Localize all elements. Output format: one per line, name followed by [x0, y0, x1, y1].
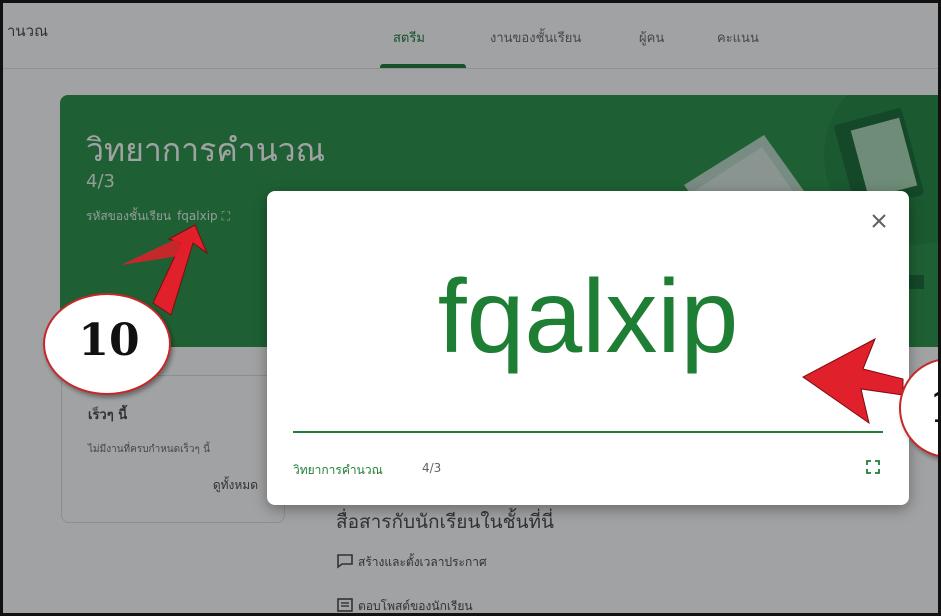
screenshot-frame: านวณ สตรีม งานของชั้นเรียน ผู้คน คะแนน ว… — [0, 0, 941, 616]
annotation-callout-10: 10 — [43, 293, 171, 395]
annotation-number-1: 1 — [929, 382, 938, 433]
annotation-arrow-2 — [802, 337, 904, 425]
annotation-number-10: 10 — [78, 315, 140, 366]
